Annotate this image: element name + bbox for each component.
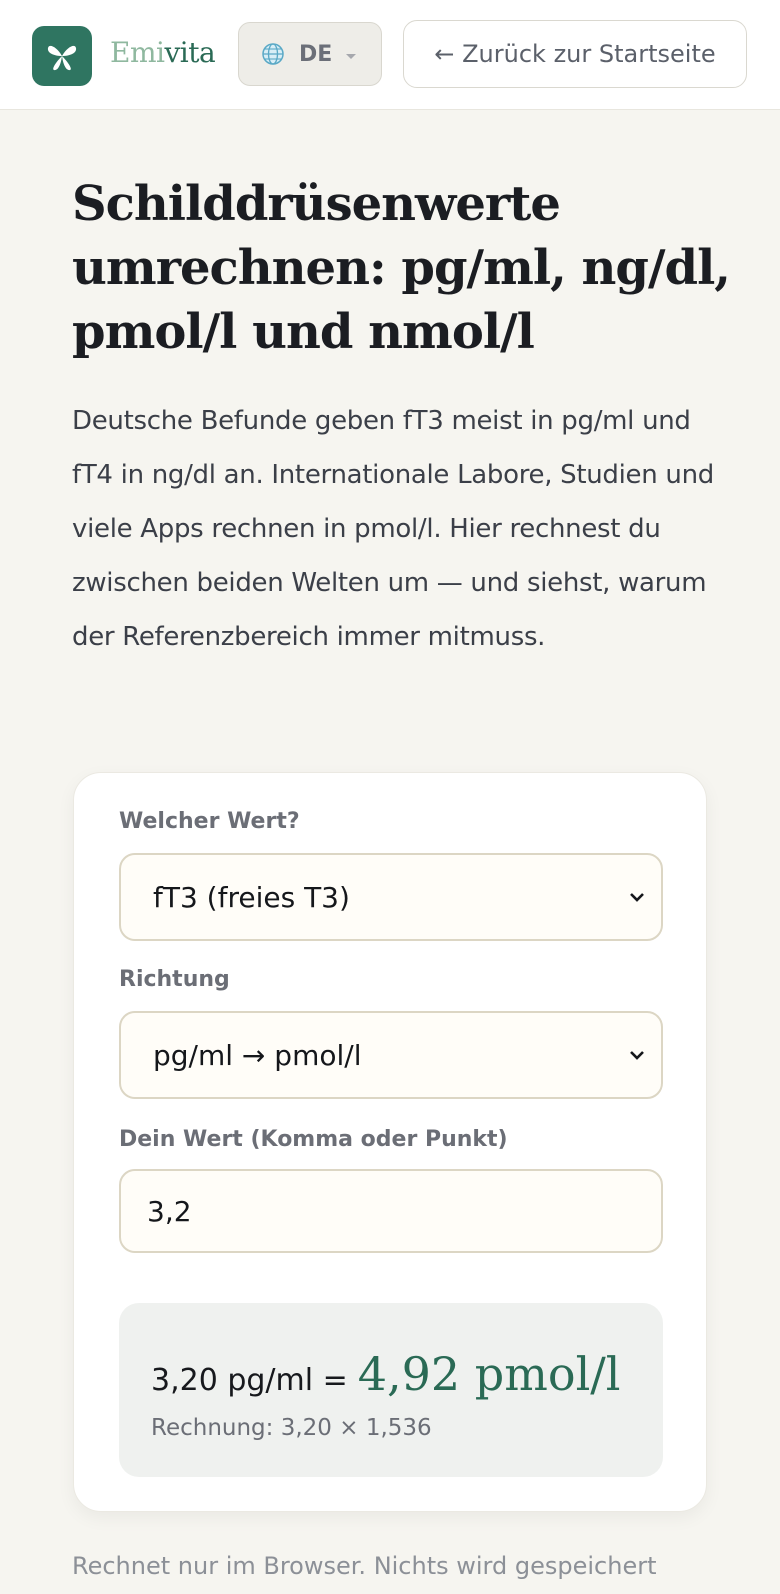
direction-label: Richtung: [119, 967, 230, 992]
result-value: 4,92 pmol/l: [357, 1347, 621, 1401]
brand-name[interactable]: Emivita: [110, 36, 216, 69]
value-type-label: Welcher Wert?: [119, 809, 300, 834]
brand-part-2: vita: [164, 36, 216, 69]
chevron-down-icon: [346, 53, 357, 59]
value-input-text: 3,2: [147, 1194, 192, 1228]
direction-selected: pg/ml → pmol/l: [153, 1038, 362, 1072]
brand-part-1: Emi: [110, 36, 165, 69]
converter-card: Welcher Wert? fT3 (freies T3) Richtung p…: [73, 772, 707, 1512]
value-type-selected: fT3 (freies T3): [153, 880, 350, 914]
result-calculation: Rechnung: 3,20 × 1,536: [151, 1415, 432, 1441]
language-selector[interactable]: DE: [238, 22, 382, 86]
intro-text: Deutsche Befunde geben fT3 meist in pg/m…: [72, 406, 714, 652]
value-input[interactable]: 3,2: [119, 1169, 663, 1253]
back-to-home-button[interactable]: ← Zurück zur Startseite: [403, 20, 747, 88]
privacy-note: Rechnet nur im Browser. Nichts wird gesp…: [72, 1552, 657, 1580]
language-code: DE: [299, 41, 333, 67]
value-input-label: Dein Wert (Komma oder Punkt): [119, 1127, 508, 1152]
logo-icon[interactable]: [32, 26, 92, 86]
back-button-label: ← Zurück zur Startseite: [434, 40, 716, 68]
top-bar: Emivita DE ← Zurück zur Startseite: [0, 0, 780, 110]
result-line: 3,20 pg/ml = 4,92 pmol/l: [151, 1347, 621, 1401]
chevron-down-icon: [630, 1051, 644, 1060]
globe-icon: [262, 43, 284, 65]
result-equation: 3,20 pg/ml =: [151, 1363, 348, 1398]
chevron-down-icon: [630, 893, 644, 902]
direction-select[interactable]: pg/ml → pmol/l: [119, 1011, 663, 1099]
result-box: 3,20 pg/ml = 4,92 pmol/l Rechnung: 3,20 …: [119, 1303, 663, 1477]
page-title: Schilddrüsenwerte umrechnen: pg/ml, ng/d…: [72, 176, 731, 360]
value-type-select[interactable]: fT3 (freies T3): [119, 853, 663, 941]
